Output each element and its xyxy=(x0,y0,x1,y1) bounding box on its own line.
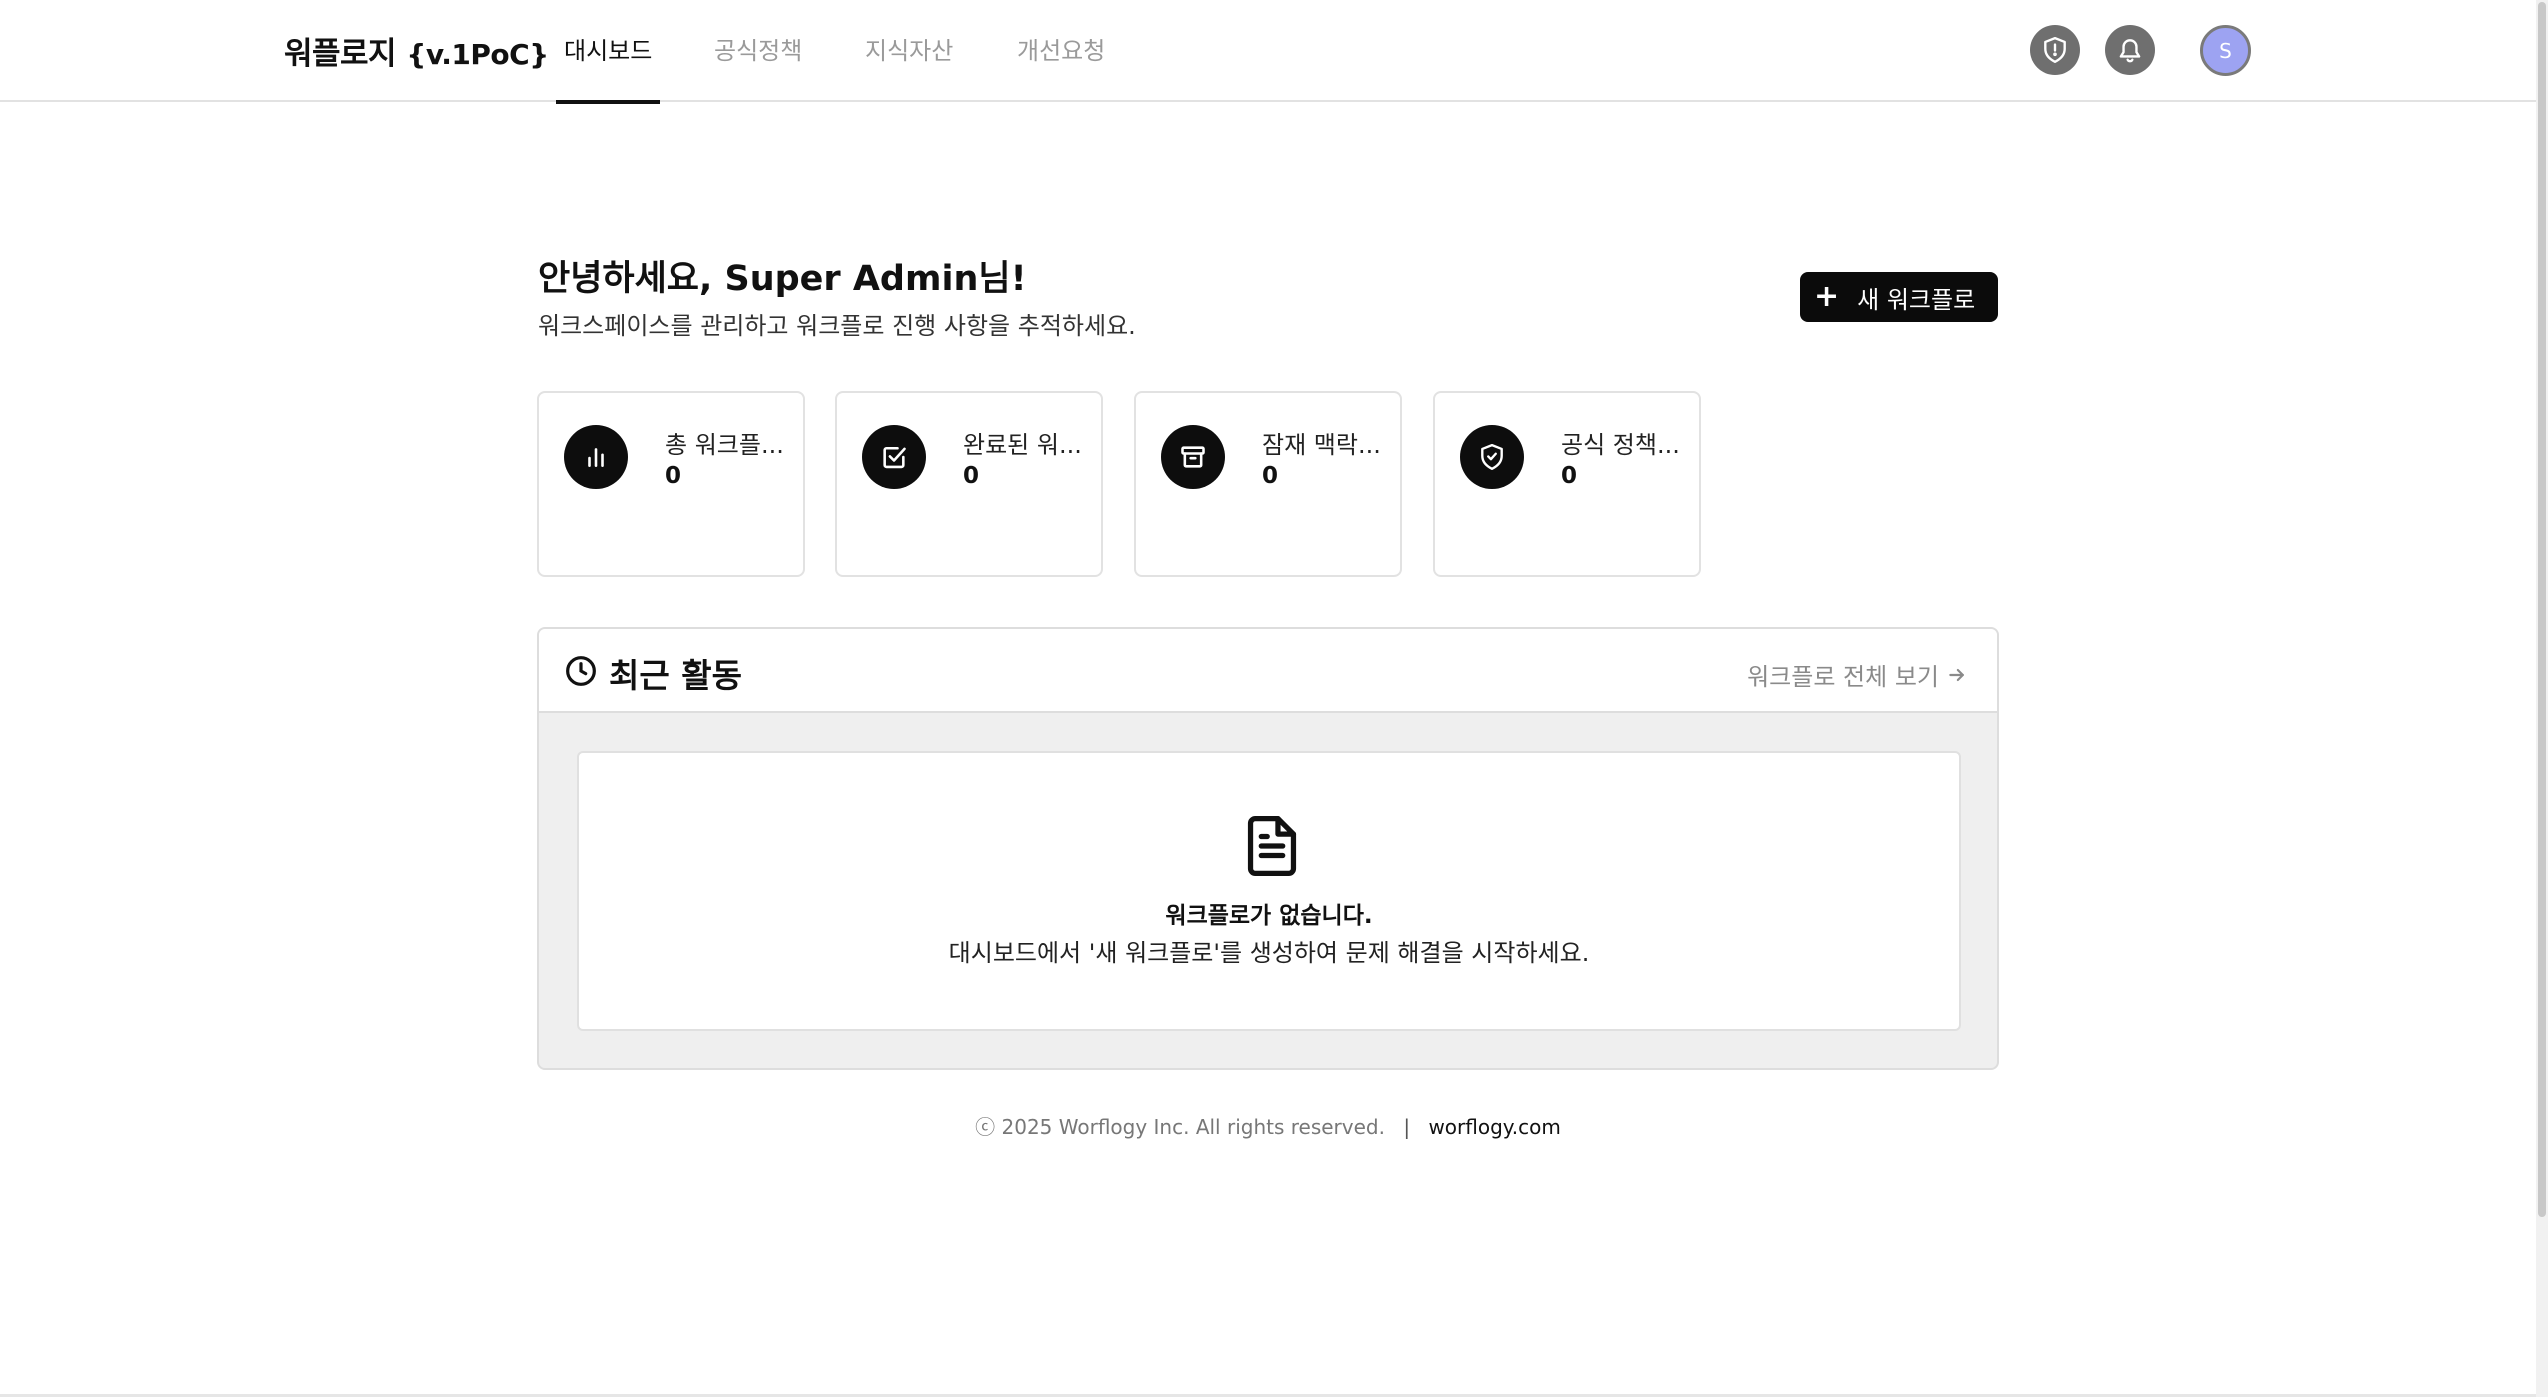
stat-value: 0 xyxy=(1262,463,1279,489)
shield-check-icon xyxy=(1481,443,1503,471)
stat-label: 공식 정책... xyxy=(1561,431,1680,459)
tab-improvement-requests[interactable]: 개선요청 xyxy=(1009,0,1113,102)
empty-state: 워크플로가 없습니다. 대시보드에서 '새 워크플로'를 생성하여 문제 해결을… xyxy=(577,751,1961,1031)
document-icon xyxy=(1247,815,1297,877)
plus-icon: + xyxy=(1814,279,1840,314)
scrollbar-thumb[interactable] xyxy=(2538,2,2546,1217)
page-subtitle: 워크스페이스를 관리하고 워크플로 진행 사항을 추적하세요. xyxy=(538,312,1136,340)
new-workflow-button[interactable]: + 새 워크플로 xyxy=(1800,272,1998,322)
bell-icon xyxy=(2119,39,2141,63)
stat-label: 완료된 워... xyxy=(963,431,1082,459)
stat-label: 잠재 맥락... xyxy=(1262,431,1381,459)
stat-icon-badge xyxy=(564,425,628,489)
empty-state-title: 워크플로가 없습니다. xyxy=(1165,903,1373,929)
stat-card-latent-context: 잠재 맥락... 0 xyxy=(1134,391,1402,577)
brand-name: 워플로지 xyxy=(284,36,397,72)
recent-activity-panel: 최근 활동 워크플로 전체 보기 워크플로가 없습니다. 대시보드에서 '새 워… xyxy=(537,627,1999,1070)
stat-icon-badge xyxy=(862,425,926,489)
recent-activity-header: 최근 활동 워크플로 전체 보기 xyxy=(539,629,1997,713)
page-title: 안녕하세요, Super Admin님! xyxy=(538,259,1027,299)
footer-copyright: ⓒ 2025 Worflogy Inc. All rights reserved… xyxy=(975,1115,1385,1139)
tab-dashboard[interactable]: 대시보드 xyxy=(556,0,661,104)
stat-value: 0 xyxy=(1561,463,1578,489)
tab-official-policy[interactable]: 공식정책 xyxy=(706,0,810,102)
view-all-label: 워크플로 전체 보기 xyxy=(1747,663,1939,691)
stat-card-total-workflows: 총 워크플... 0 xyxy=(537,391,805,577)
stat-icon-badge xyxy=(1460,425,1524,489)
footer-separator: | xyxy=(1403,1115,1411,1139)
check-square-icon xyxy=(883,446,906,469)
empty-state-subtitle: 대시보드에서 '새 워크플로'를 생성하여 문제 해결을 시작하세요. xyxy=(948,939,1590,967)
notifications-button[interactable] xyxy=(2105,25,2155,75)
new-workflow-label: 새 워크플로 xyxy=(1857,285,1976,314)
bar-chart-icon xyxy=(588,448,604,467)
top-navigation-bar: 워플로지 {v.1PoC} 대시보드 공식정책 지식자산 개선요청 S xyxy=(0,0,2536,104)
security-button[interactable] xyxy=(2030,25,2080,75)
tab-knowledge-assets[interactable]: 지식자산 xyxy=(857,0,961,102)
stat-value: 0 xyxy=(665,463,682,489)
stat-icon-badge xyxy=(1161,425,1225,489)
footer: ⓒ 2025 Worflogy Inc. All rights reserved… xyxy=(0,1111,2536,1140)
view-all-workflows-link[interactable]: 워크플로 전체 보기 xyxy=(1747,657,1967,692)
stat-value: 0 xyxy=(963,463,980,489)
brand-version: {v.1PoC} xyxy=(406,38,549,71)
footer-website-link[interactable]: worflogy.com xyxy=(1428,1115,1560,1139)
archive-icon xyxy=(1181,446,1205,468)
arrow-right-icon xyxy=(1949,668,1964,681)
brand-logo[interactable]: 워플로지 {v.1PoC} xyxy=(284,28,549,73)
user-avatar[interactable]: S xyxy=(2200,25,2251,76)
clock-icon xyxy=(566,656,596,686)
stat-label: 총 워크플... xyxy=(665,431,784,459)
stat-card-completed-workflows: 완료된 워... 0 xyxy=(835,391,1103,577)
shield-icon xyxy=(2044,36,2066,64)
recent-activity-title: 최근 활동 xyxy=(609,656,742,695)
avatar-initial: S xyxy=(2219,38,2232,63)
stat-card-official-policies: 공식 정책... 0 xyxy=(1433,391,1701,577)
